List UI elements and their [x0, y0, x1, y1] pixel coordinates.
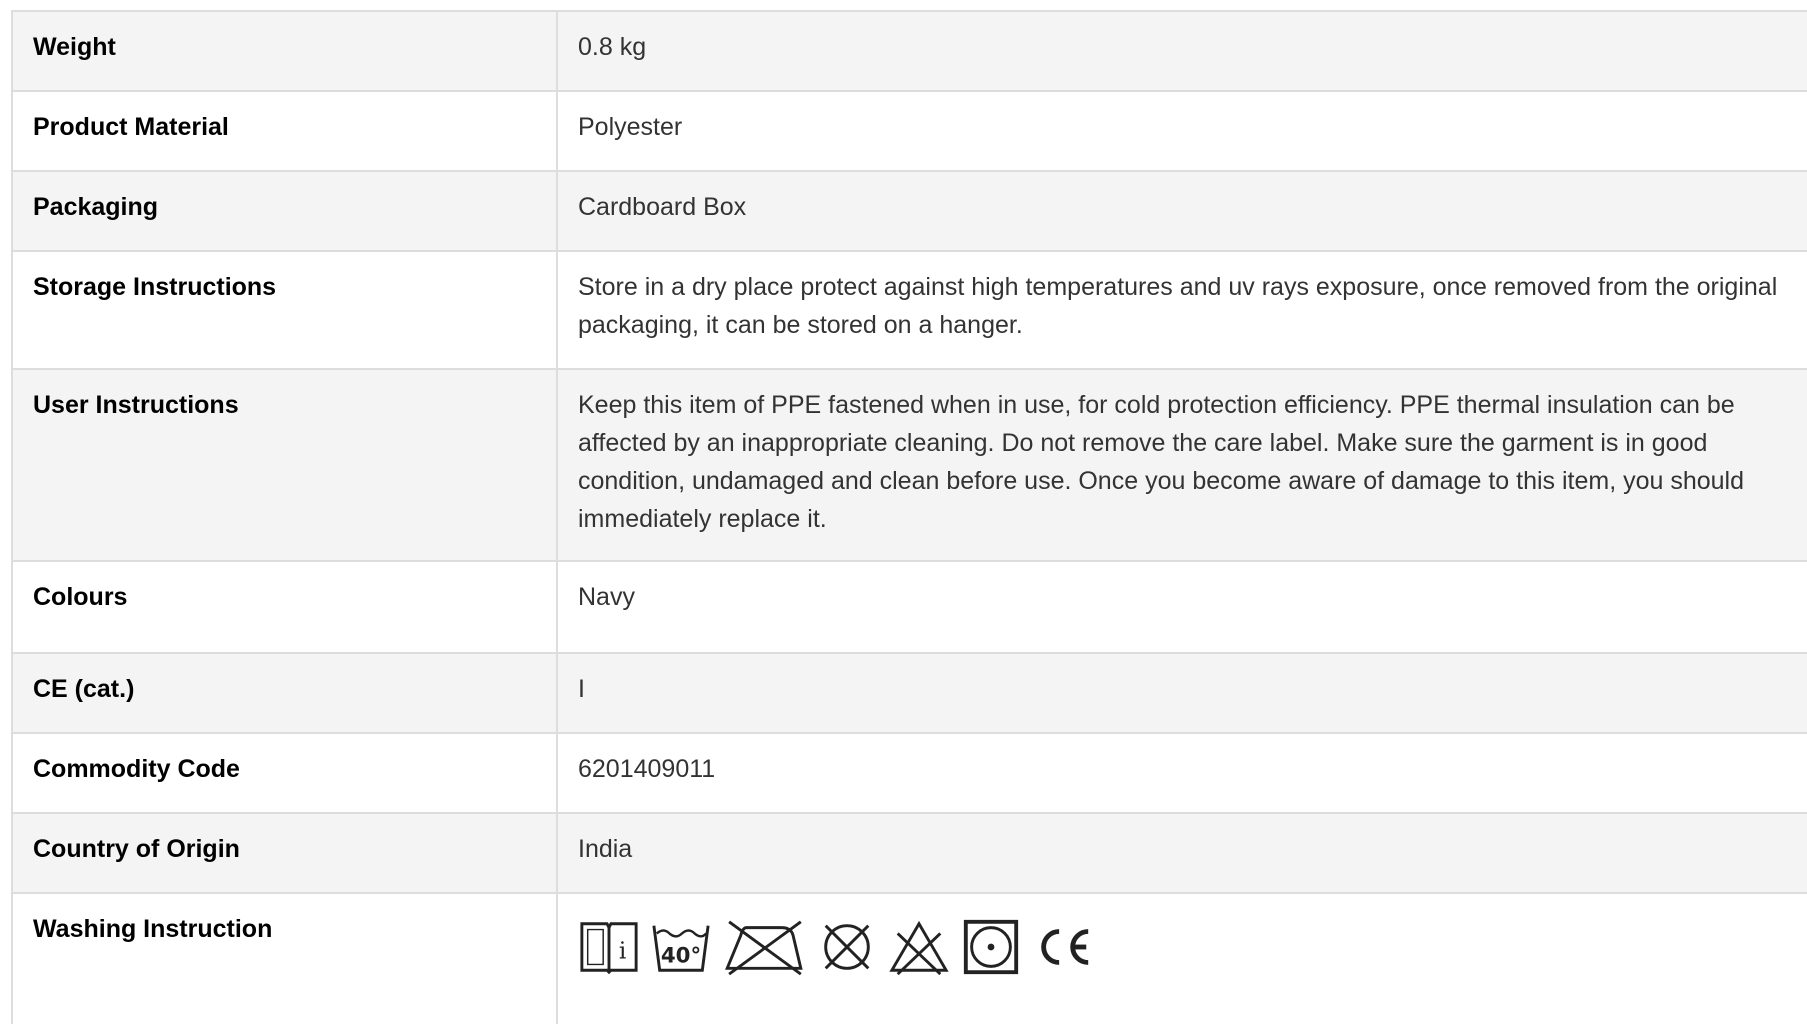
read-instructions-letter: i	[619, 938, 626, 965]
spec-label: Packaging	[11, 170, 558, 252]
spec-value: India	[556, 812, 1807, 894]
tumble-dry-icon	[960, 916, 1022, 978]
spec-value: 6201409011	[556, 732, 1807, 814]
spec-row-country-of-origin: Country of Origin India	[11, 812, 1807, 894]
do-not-dry-clean-icon	[816, 916, 878, 978]
spec-label: CE (cat.)	[11, 652, 558, 734]
spec-label: User Instructions	[11, 368, 558, 562]
spec-label: Colours	[11, 560, 558, 654]
spec-value: 0.8 kg	[556, 10, 1807, 92]
spec-row-user-instructions: User Instructions Keep this item of PPE …	[11, 368, 1807, 562]
spec-row-ce-category: CE (cat.) I	[11, 652, 1807, 734]
spec-value: Cardboard Box	[556, 170, 1807, 252]
spec-row-packaging: Packaging Cardboard Box	[11, 170, 1807, 252]
spec-row-storage-instructions: Storage Instructions Store in a dry plac…	[11, 250, 1807, 370]
washing-icons: i 40°	[578, 916, 1807, 978]
ce-mark-icon	[1032, 916, 1094, 978]
spec-row-weight: Weight 0.8 kg	[11, 10, 1807, 92]
spec-value: I	[556, 652, 1807, 734]
book-info-icon: i	[578, 916, 640, 978]
spec-row-product-material: Product Material Polyester	[11, 90, 1807, 172]
spec-label: Country of Origin	[11, 812, 558, 894]
do-not-bleach-icon	[888, 916, 950, 978]
spec-value-washing-icons: i 40°	[556, 892, 1807, 1024]
spec-label: Storage Instructions	[11, 250, 558, 370]
spec-value: Store in a dry place protect against hig…	[556, 250, 1807, 370]
spec-row-colours: Colours Navy	[11, 560, 1807, 654]
spec-label: Washing Instruction	[11, 892, 558, 1024]
spec-value: Polyester	[556, 90, 1807, 172]
spec-row-commodity-code: Commodity Code 6201409011	[11, 732, 1807, 814]
spec-label: Weight	[11, 10, 558, 92]
spec-label: Commodity Code	[11, 732, 558, 814]
wash-40-icon: 40°	[650, 916, 712, 978]
do-not-iron-icon	[722, 916, 806, 978]
product-specifications-table: Weight 0.8 kg Product Material Polyester…	[11, 10, 1807, 1024]
spec-row-washing-instruction: Washing Instruction i 40°	[11, 892, 1807, 1024]
spec-value: Keep this item of PPE fastened when in u…	[556, 368, 1807, 562]
wash-temperature-label: 40°	[661, 944, 701, 969]
spec-value: Navy	[556, 560, 1807, 654]
spec-label: Product Material	[11, 90, 558, 172]
